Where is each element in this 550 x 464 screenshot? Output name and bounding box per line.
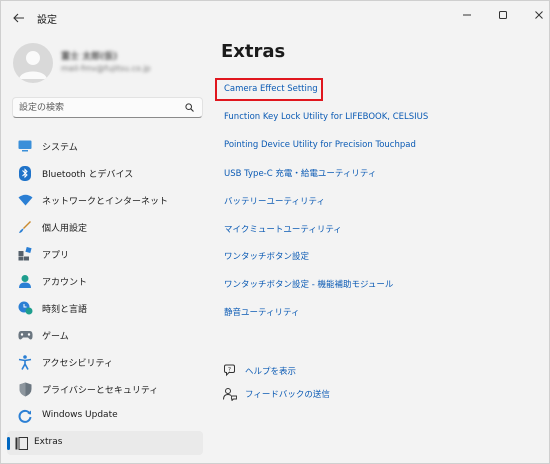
sidebar-item-label: 時刻と言語 xyxy=(42,305,88,315)
search-box[interactable] xyxy=(12,97,203,118)
user-name: 富士 太郎(仮) xyxy=(61,52,118,62)
minimize-icon xyxy=(463,14,471,16)
accessibility-icon xyxy=(17,354,33,370)
search-icon xyxy=(185,103,194,112)
help-label: ヘルプを表示 xyxy=(245,367,297,377)
sidebar-item-label: プライバシーとセキュリティ xyxy=(42,386,159,396)
selection-indicator xyxy=(7,437,10,450)
link-battery-utility[interactable]: バッテリーユーティリティ xyxy=(224,195,325,207)
app-title: 設定 xyxy=(37,15,57,26)
user-email: mail-fmv@fujitsu.co.jp xyxy=(61,64,151,73)
maximize-button[interactable] xyxy=(485,4,521,26)
bluetooth-icon xyxy=(17,165,33,181)
feedback-icon xyxy=(223,388,237,401)
sidebar-item-label: 個人用設定 xyxy=(42,224,88,234)
sidebar-item-system[interactable]: システム xyxy=(7,134,203,158)
sidebar-item-apps[interactable]: アプリ xyxy=(7,242,203,266)
svg-text:?: ? xyxy=(228,366,231,373)
apps-icon xyxy=(17,246,33,262)
close-icon xyxy=(535,11,543,19)
time-language-icon xyxy=(17,300,33,316)
link-usb-type-c-utility[interactable]: USB Type-C 充電・給電ユーティリティ xyxy=(224,167,376,179)
sidebar-item-network[interactable]: ネットワークとインターネット xyxy=(7,188,203,212)
sidebar-item-time-language[interactable]: 時刻と言語 xyxy=(7,296,203,320)
sidebar-item-label: アクセシビリティ xyxy=(42,359,114,369)
sidebar-item-extras[interactable]: Extras xyxy=(7,431,203,455)
sidebar-item-windows-update[interactable]: Windows Update xyxy=(7,404,203,428)
sidebar-item-label: ゲーム xyxy=(42,332,69,342)
account-icon xyxy=(17,273,33,289)
settings-window: 設定 富士 太郎(仮) mail-fmv@fujitsu.co.jp システム xyxy=(0,0,550,464)
wifi-icon xyxy=(17,192,33,208)
link-silent-utility[interactable]: 静音ユーティリティ xyxy=(224,306,299,318)
link-one-touch-button-settings[interactable]: ワンタッチボタン設定 xyxy=(224,250,309,262)
link-mic-mute-utility[interactable]: マイクミュートユーティリティ xyxy=(224,223,342,235)
sidebar-item-label: ネットワークとインターネット xyxy=(42,197,169,207)
paintbrush-icon xyxy=(17,219,33,235)
avatar[interactable] xyxy=(13,43,53,83)
sidebar-item-bluetooth[interactable]: Bluetooth とデバイス xyxy=(7,161,203,185)
sidebar-item-accessibility[interactable]: アクセシビリティ xyxy=(7,350,203,374)
sidebar-item-label: Windows Update xyxy=(42,410,118,420)
windows-update-icon xyxy=(17,408,33,424)
link-pointing-device-utility[interactable]: Pointing Device Utility for Precision To… xyxy=(224,140,416,150)
link-camera-effect-setting[interactable]: Camera Effect Setting xyxy=(224,84,318,94)
extras-icon xyxy=(13,435,29,451)
sidebar-item-label: システム xyxy=(42,143,78,153)
gamepad-icon xyxy=(17,327,33,343)
back-button[interactable] xyxy=(9,8,29,28)
sidebar-item-gaming[interactable]: ゲーム xyxy=(7,323,203,347)
link-one-touch-button-helper[interactable]: ワンタッチボタン設定 - 機能補助モジュール xyxy=(224,278,393,290)
sidebar-item-label: アカウント xyxy=(42,278,88,288)
page-title: Extras xyxy=(221,41,286,62)
sidebar-item-privacy-security[interactable]: プライバシーとセキュリティ xyxy=(7,377,203,401)
sidebar-item-label: Bluetooth とデバイス xyxy=(42,170,134,180)
close-button[interactable] xyxy=(521,4,550,26)
feedback-label: フィードバックの送信 xyxy=(245,390,330,400)
sidebar-item-personalization[interactable]: 個人用設定 xyxy=(7,215,203,239)
sidebar-item-label: Extras xyxy=(34,437,63,447)
help-icon: ? xyxy=(224,364,235,377)
sidebar-item-label: アプリ xyxy=(42,251,70,261)
system-monitor-icon xyxy=(17,138,33,154)
minimize-button[interactable] xyxy=(449,4,485,26)
sidebar-item-accounts[interactable]: アカウント xyxy=(7,269,203,293)
person-icon xyxy=(19,51,47,79)
shield-icon xyxy=(17,381,33,397)
title-bar: 設定 xyxy=(1,1,549,35)
link-function-key-lock-utility[interactable]: Function Key Lock Utility for LIFEBOOK, … xyxy=(224,112,428,122)
maximize-icon xyxy=(499,11,507,19)
back-arrow-icon xyxy=(13,13,24,23)
search-input[interactable] xyxy=(19,101,179,115)
